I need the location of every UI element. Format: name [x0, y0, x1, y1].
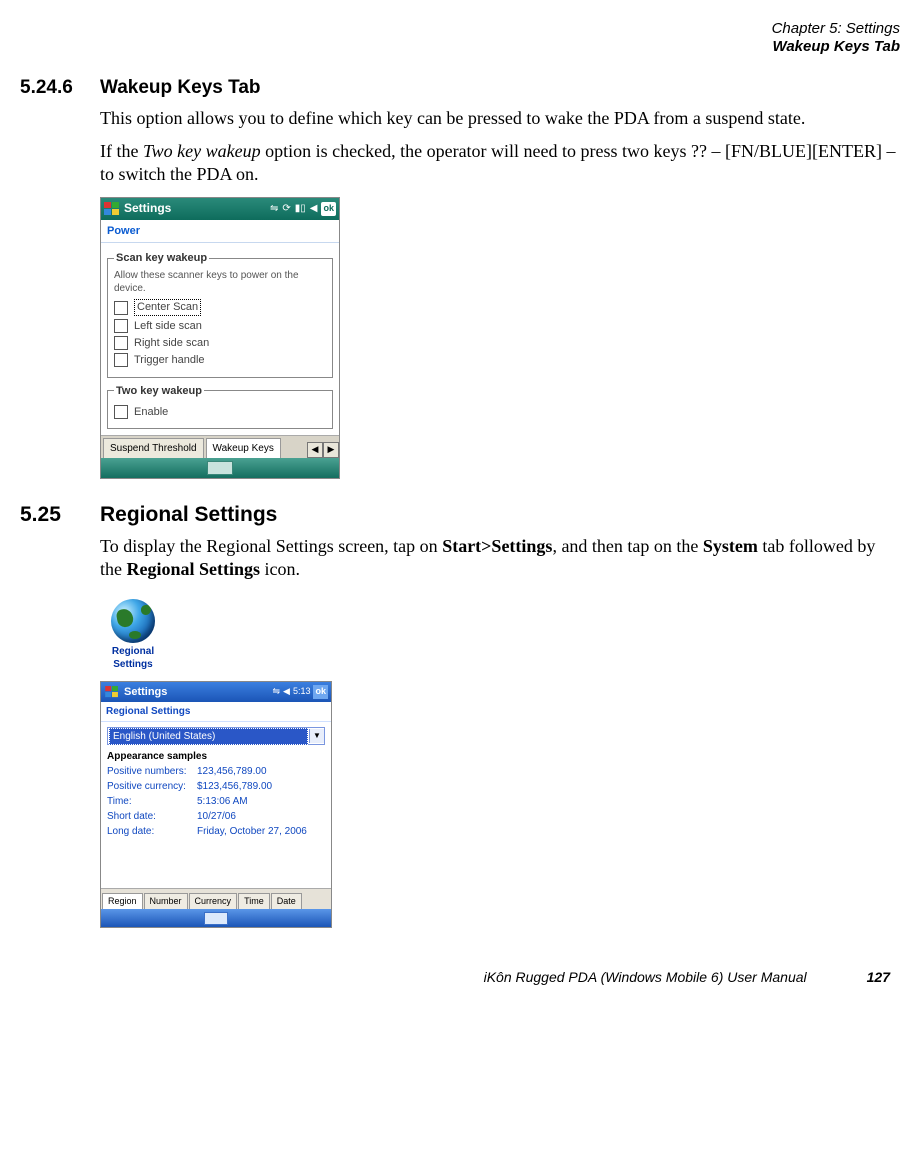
fieldset-two-key-wakeup: Two key wakeup Enable [107, 384, 333, 430]
sample-value: 123,456,789.00 [197, 765, 325, 778]
checkbox[interactable] [114, 405, 128, 419]
tab-region[interactable]: Region [102, 893, 143, 910]
checkbox-row[interactable]: Enable [114, 405, 326, 419]
checkbox[interactable] [114, 336, 128, 350]
dropdown-value: English (United States) [109, 728, 308, 745]
sample-label: Positive numbers: [107, 765, 197, 778]
sync-icon[interactable]: ⟳ [282, 202, 290, 215]
keyboard-icon[interactable] [207, 461, 233, 475]
tab-date[interactable]: Date [271, 893, 302, 910]
checkbox[interactable] [114, 301, 128, 315]
checkbox-row[interactable]: Center Scan [114, 299, 326, 315]
header-chapter: Chapter 5: Settings [20, 20, 900, 38]
page-header: Chapter 5: Settings Wakeup Keys Tab [20, 20, 900, 56]
section-title: Regional Settings [100, 501, 277, 528]
sample-value: 5:13:06 AM [197, 795, 325, 808]
window-title: Settings [124, 201, 270, 217]
tab-wakeup-keys[interactable]: Wakeup Keys [206, 438, 281, 458]
page-number: 127 [867, 968, 890, 986]
samples-heading: Appearance samples [107, 750, 325, 763]
checkbox-label: Left side scan [134, 319, 202, 333]
paragraph: To display the Regional Settings screen,… [100, 535, 900, 582]
volume-icon[interactable]: ◀ [283, 686, 290, 698]
checkbox[interactable] [114, 319, 128, 333]
titlebar: Settings ⇋ ⟳ ▮▯ ◀ ok [101, 198, 339, 220]
icon-label: Regional [100, 645, 166, 658]
bottom-bar [101, 909, 331, 927]
applet-title: Power [101, 220, 339, 243]
checkbox-label: Trigger handle [134, 353, 205, 367]
checkbox[interactable] [114, 353, 128, 367]
tab-number[interactable]: Number [144, 893, 188, 910]
tab-bar: Region Number Currency Time Date [101, 888, 331, 909]
globe-icon [111, 599, 155, 643]
regional-settings-icon[interactable]: Regional Settings [100, 599, 166, 671]
sample-value: Friday, October 27, 2006 [197, 825, 325, 838]
tab-suspend-threshold[interactable]: Suspend Threshold [103, 438, 204, 458]
section-5-24-6-body: This option allows you to define which k… [100, 107, 900, 187]
window-title: Settings [124, 685, 272, 699]
screenshot-power-settings: Settings ⇋ ⟳ ▮▯ ◀ ok Power Scan key wake… [100, 197, 340, 479]
applet-body: Scan key wakeup Allow these scanner keys… [101, 243, 339, 429]
titlebar: Settings ⇋ ◀ 5:13 ok [101, 682, 331, 702]
paragraph: This option allows you to define which k… [100, 107, 900, 130]
tab-bar: Suspend Threshold Wakeup Keys ◀ ▶ [101, 435, 339, 458]
sample-label: Long date: [107, 825, 197, 838]
section-number: 5.24.6 [20, 76, 100, 101]
sample-value: 10/27/06 [197, 810, 325, 823]
scroll-right-icon[interactable]: ▶ [323, 442, 339, 458]
tray: ⇋ ⟳ ▮▯ ◀ ok [270, 202, 336, 216]
legend: Two key wakeup [114, 384, 204, 398]
chevron-down-icon[interactable]: ▼ [309, 729, 324, 743]
scroll-left-icon[interactable]: ◀ [307, 442, 323, 458]
start-icon[interactable] [104, 202, 120, 216]
ok-button[interactable]: ok [313, 685, 328, 699]
sample-label: Short date: [107, 810, 197, 823]
sample-label: Positive currency: [107, 780, 197, 793]
header-section: Wakeup Keys Tab [20, 38, 900, 56]
checkbox-label: Right side scan [134, 336, 209, 350]
applet-body: English (United States) ▼ Appearance sam… [101, 722, 331, 838]
section-title: Wakeup Keys Tab [100, 76, 261, 101]
section-5-25-body: To display the Regional Settings screen,… [100, 535, 900, 582]
icon-label: Settings [100, 658, 166, 671]
tab-time[interactable]: Time [238, 893, 270, 910]
tray: ⇋ ◀ 5:13 ok [272, 685, 328, 699]
locale-dropdown[interactable]: English (United States) ▼ [107, 727, 325, 745]
applet-title: Regional Settings [101, 702, 331, 722]
tab-currency[interactable]: Currency [189, 893, 238, 910]
legend: Scan key wakeup [114, 251, 209, 265]
samples-grid: Positive numbers: 123,456,789.00 Positiv… [107, 765, 325, 838]
checkbox-row[interactable]: Left side scan [114, 319, 326, 333]
screenshot-regional-settings: Settings ⇋ ◀ 5:13 ok Regional Settings E… [100, 681, 332, 928]
section-number: 5.25 [20, 501, 100, 528]
checkbox-row[interactable]: Trigger handle [114, 353, 326, 367]
page-footer: iKôn Rugged PDA (Windows Mobile 6) User … [20, 968, 900, 986]
clock[interactable]: 5:13 [293, 686, 311, 698]
connectivity-icon[interactable]: ⇋ [272, 686, 280, 698]
help-text: Allow these scanner keys to power on the… [114, 269, 326, 295]
section-5-24-6-heading: 5.24.6 Wakeup Keys Tab [20, 76, 900, 101]
checkbox-label: Center Scan [134, 299, 201, 315]
checkbox-row[interactable]: Right side scan [114, 336, 326, 350]
checkbox-label: Enable [134, 405, 168, 419]
ok-button[interactable]: ok [321, 202, 336, 216]
signal-icon[interactable]: ▮▯ [295, 202, 306, 215]
bottom-bar [101, 458, 339, 478]
tab-scroll: ◀ ▶ [307, 442, 339, 458]
sample-value: $123,456,789.00 [197, 780, 325, 793]
connectivity-icon[interactable]: ⇋ [270, 202, 278, 215]
keyboard-icon[interactable] [204, 912, 228, 925]
paragraph: If the Two key wakeup option is checked,… [100, 140, 900, 187]
fieldset-scan-key-wakeup: Scan key wakeup Allow these scanner keys… [107, 251, 333, 377]
section-5-25-heading: 5.25 Regional Settings [20, 501, 900, 528]
start-icon[interactable] [105, 686, 119, 698]
volume-icon[interactable]: ◀ [310, 202, 318, 215]
footer-text: iKôn Rugged PDA (Windows Mobile 6) User … [484, 968, 807, 986]
sample-label: Time: [107, 795, 197, 808]
